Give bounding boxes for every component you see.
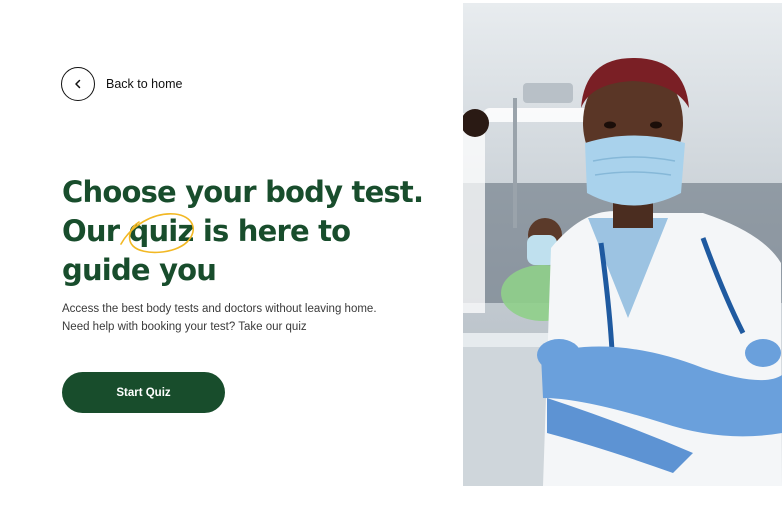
- headline-is-here-to: is here to: [193, 214, 351, 248]
- description-line-2: Need help with booking your test? Take o…: [62, 321, 307, 333]
- back-to-home-label[interactable]: Back to home: [106, 77, 182, 91]
- doctor-illustration: [463, 3, 782, 486]
- back-button-circle[interactable]: [61, 67, 95, 101]
- headline-line-2: Our quiz is here to: [62, 212, 422, 254]
- start-quiz-button[interactable]: Start Quiz: [62, 372, 225, 413]
- page-headline: Choose your body test. Our quiz is here …: [62, 173, 424, 290]
- landing-page: Back to home Choose your body test. Our …: [0, 0, 782, 531]
- headline-quiz-highlight: quiz: [119, 212, 194, 254]
- back-to-home-link[interactable]: Back to home: [61, 67, 182, 101]
- doctor-photo: [463, 3, 782, 486]
- highlight-circle-icon: [119, 213, 194, 254]
- hero-description: Access the best body tests and doctors w…: [62, 300, 422, 336]
- chevron-left-icon: [75, 79, 81, 89]
- description-line-1: Access the best body tests and doctors w…: [62, 303, 377, 315]
